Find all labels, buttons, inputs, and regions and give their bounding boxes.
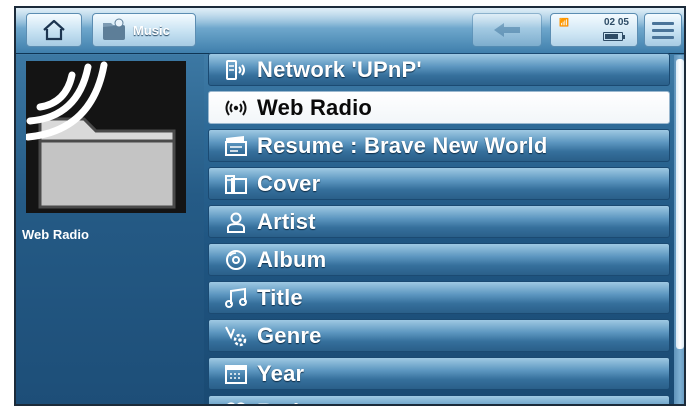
music-folder-icon xyxy=(103,18,125,40)
list-item[interactable]: Album xyxy=(208,243,670,276)
list-item[interactable]: Web Radio xyxy=(208,91,670,124)
list-item[interactable]: Genre xyxy=(208,319,670,352)
back-button[interactable] xyxy=(472,13,542,47)
list-item-label: Rating xyxy=(257,399,327,405)
scrollbar[interactable] xyxy=(674,55,684,404)
home-button[interactable] xyxy=(26,13,82,47)
menu-list: Network 'UPnP' Web Radio Resume : Brave Ne… xyxy=(204,53,672,405)
list-item-label: Title xyxy=(257,284,303,310)
preview-panel: Web Radio xyxy=(16,55,204,404)
music-note-icon xyxy=(223,287,249,309)
list-item[interactable]: Network 'UPnP' xyxy=(208,53,670,86)
signal-icon: 📶 xyxy=(559,18,569,27)
app-window: Music 📶 02 05 Web Radio Network 'UPnP' W… xyxy=(14,6,686,406)
radio-waves-icon xyxy=(223,97,249,119)
list-item-label: Network 'UPnP' xyxy=(257,56,422,82)
menu-button[interactable] xyxy=(644,13,682,47)
web-radio-folder-icon xyxy=(26,61,186,213)
cover-icon xyxy=(223,173,249,195)
list-item-label: Album xyxy=(257,246,327,272)
status-area: 📶 02 05 xyxy=(550,13,638,47)
list-item-label: Artist xyxy=(257,208,316,234)
rating-icon xyxy=(223,401,249,404)
menu-icon-bar xyxy=(652,21,674,25)
scrollbar-thumb[interactable] xyxy=(676,59,684,349)
list-item-label: Web Radio xyxy=(257,94,373,120)
back-arrow-icon xyxy=(494,23,520,37)
network-icon xyxy=(223,59,249,81)
calendar-icon xyxy=(223,363,249,385)
resume-icon xyxy=(223,135,249,157)
music-section-button[interactable]: Music xyxy=(92,13,196,47)
clock-time: 02 05 xyxy=(603,17,629,28)
list-item[interactable]: Artist xyxy=(208,205,670,238)
genre-icon xyxy=(223,325,249,347)
list-item-label: Year xyxy=(257,360,305,386)
top-bar: Music 📶 02 05 xyxy=(16,8,684,54)
list-item[interactable]: Rating xyxy=(208,395,670,405)
list-item-label: Genre xyxy=(257,322,322,348)
list-item[interactable]: Cover xyxy=(208,167,670,200)
battery-icon xyxy=(603,32,625,41)
album-icon xyxy=(223,249,249,271)
menu-icon-bar xyxy=(652,35,674,39)
home-icon xyxy=(43,19,65,41)
preview-label: Web Radio xyxy=(22,227,89,242)
artist-icon xyxy=(223,211,249,233)
list-item-label: Resume : Brave New World xyxy=(257,132,548,158)
list-item[interactable]: Year xyxy=(208,357,670,390)
section-title: Music xyxy=(133,22,170,38)
list-item[interactable]: Title xyxy=(208,281,670,314)
list-item-label: Cover xyxy=(257,170,321,196)
menu-icon-bar xyxy=(652,28,674,32)
list-item[interactable]: Resume : Brave New World xyxy=(208,129,670,162)
